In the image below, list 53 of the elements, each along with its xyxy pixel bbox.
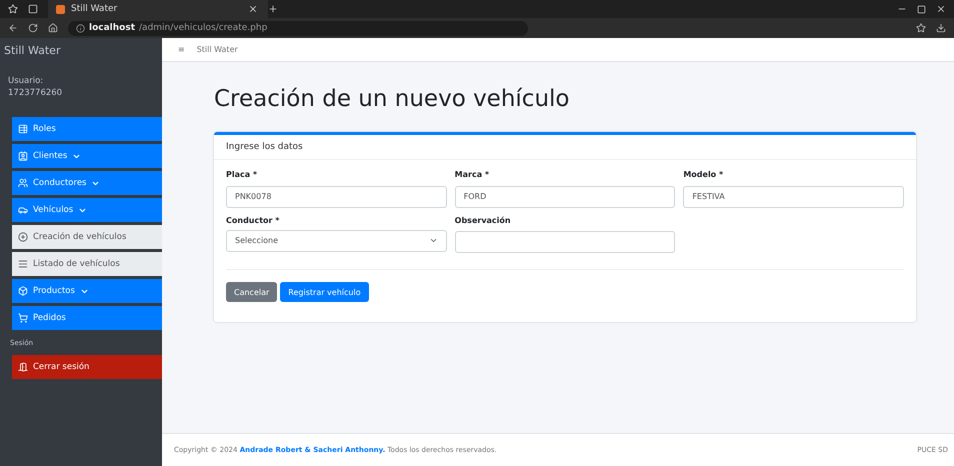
- address-bar[interactable]: localhost /admin/vehiculos/create.php: [68, 20, 528, 36]
- input-field[interactable]: [454, 231, 676, 253]
- input-field[interactable]: PNK0078: [226, 186, 447, 208]
- input-field[interactable]: FESTIVA: [683, 186, 904, 208]
- sidebar-item[interactable]: Vehículos: [12, 198, 162, 222]
- field-label: Conductor *: [226, 216, 280, 224]
- back-icon[interactable]: [8, 23, 18, 33]
- close-icon[interactable]: [936, 4, 946, 14]
- new-tab-icon[interactable]: [268, 4, 278, 14]
- card-header: Ingrese los datos: [214, 135, 916, 160]
- sidebar-item[interactable]: Productos: [12, 279, 162, 303]
- user-label: Usuario:: [8, 75, 44, 87]
- sidebar-item[interactable]: Roles: [12, 117, 162, 141]
- field-label: Observación: [454, 216, 512, 224]
- browser-tab[interactable]: Still Water: [48, 0, 268, 18]
- top-bar-title: Still Water: [196, 45, 238, 54]
- submenu-item[interactable]: Creación de vehículos: [12, 225, 162, 249]
- download-icon[interactable]: [936, 23, 946, 33]
- cart-icon: [18, 313, 28, 323]
- logout-button[interactable]: Cerrar sesión: [12, 355, 162, 379]
- chevron-icon: [428, 236, 438, 245]
- contact-icon: [18, 151, 28, 161]
- car-icon: [18, 205, 28, 215]
- app-icon[interactable]: [8, 4, 18, 14]
- input-field[interactable]: FORD: [454, 186, 676, 208]
- tab-actions-icon[interactable]: [28, 4, 38, 14]
- plus-circle-icon: [18, 232, 28, 242]
- info-icon: [76, 24, 85, 32]
- home-icon[interactable]: [48, 23, 58, 33]
- field-label: Marca *: [454, 170, 490, 179]
- reload-icon[interactable]: [28, 23, 38, 33]
- table-icon: [18, 124, 28, 134]
- maximize-icon[interactable]: [917, 4, 926, 14]
- submit-button[interactable]: Registrar vehículo: [280, 282, 369, 302]
- menu-toggle[interactable]: ≡: [178, 45, 185, 54]
- box-icon: [18, 286, 28, 296]
- sidebar-item[interactable]: Conductores: [12, 171, 162, 195]
- sidebar-item[interactable]: Clientes: [12, 144, 162, 168]
- sidebar-item[interactable]: Pedidos: [12, 306, 162, 330]
- close-tab-icon[interactable]: [248, 4, 258, 14]
- list-icon: [18, 259, 28, 269]
- favorite-icon[interactable]: [916, 23, 926, 33]
- user-id: 1723776260: [8, 87, 64, 99]
- field-label: Placa *: [226, 170, 258, 179]
- cancel-button[interactable]: Cancelar: [226, 282, 278, 302]
- door-icon: [18, 362, 28, 372]
- field-label: Modelo *: [683, 170, 724, 179]
- users-icon: [18, 178, 28, 188]
- favicon-icon: [56, 4, 65, 14]
- select-field[interactable]: Seleccione: [226, 230, 447, 252]
- page-title: Creación de un nuevo vehículo: [214, 86, 570, 112]
- submenu-item[interactable]: Listado de vehículos: [12, 252, 162, 276]
- sidebar-brand[interactable]: Still Water: [4, 44, 162, 57]
